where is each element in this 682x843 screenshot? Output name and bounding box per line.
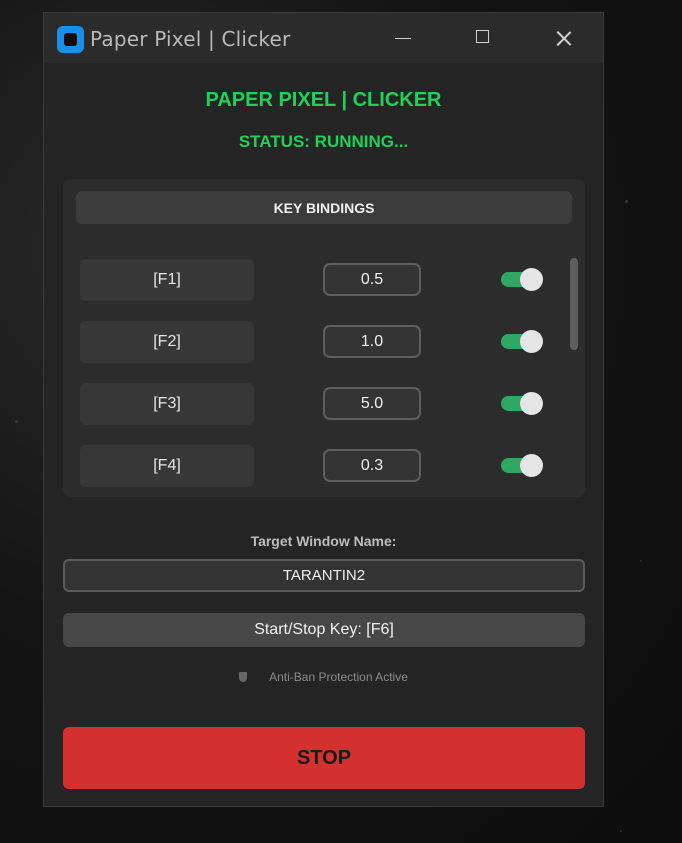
interval-input[interactable]: 0.5 <box>323 263 421 296</box>
key-label[interactable]: [F1] <box>80 259 254 301</box>
key-bindings-panel: KEY BINDINGS [F1] 0.5 [F2] 1.0 [F3] 5.0 … <box>63 179 585 497</box>
start-stop-key-button[interactable]: Start/Stop Key: [F6] <box>63 613 585 647</box>
key-bindings-header: KEY BINDINGS <box>76 191 572 224</box>
bindings-scrollbar[interactable] <box>570 258 578 350</box>
toggle-knob <box>520 330 543 353</box>
background-speck <box>640 560 642 562</box>
interval-input[interactable]: 1.0 <box>323 325 421 358</box>
interval-input[interactable]: 0.3 <box>323 449 421 482</box>
binding-row: [F3] 5.0 <box>63 383 585 425</box>
target-window-input[interactable]: TARANTIN2 <box>63 559 585 592</box>
enable-toggle[interactable] <box>501 330 543 353</box>
anti-ban-status: Anti-Ban Protection Active <box>44 670 603 684</box>
background-speck <box>15 420 18 423</box>
maximize-icon[interactable] <box>469 23 499 53</box>
target-window-label: Target Window Name: <box>250 533 397 549</box>
close-icon[interactable] <box>549 23 579 53</box>
background-speck <box>625 200 628 203</box>
minimize-icon[interactable] <box>389 23 419 53</box>
binding-row: [F1] 0.5 <box>63 259 585 301</box>
interval-input[interactable]: 5.0 <box>323 387 421 420</box>
title-bar[interactable]: Paper Pixel | Clicker <box>44 13 603 63</box>
app-heading: PAPER PIXEL | CLICKER <box>205 89 442 111</box>
enable-toggle[interactable] <box>501 392 543 415</box>
key-label[interactable]: [F3] <box>80 383 254 425</box>
app-logo-icon <box>57 26 84 53</box>
enable-toggle[interactable] <box>501 454 543 477</box>
background-speck <box>620 830 622 832</box>
toggle-knob <box>520 454 543 477</box>
window-title: Paper Pixel | Clicker <box>90 27 291 51</box>
anti-ban-text: Anti-Ban Protection Active <box>269 670 408 684</box>
status-text: STATUS: RUNNING... <box>238 132 409 151</box>
binding-row: [F4] 0.3 <box>63 445 585 487</box>
toggle-knob <box>520 392 543 415</box>
key-label[interactable]: [F2] <box>80 321 254 363</box>
binding-row: [F2] 1.0 <box>63 321 585 363</box>
key-label[interactable]: [F4] <box>80 445 254 487</box>
shield-icon <box>239 672 248 682</box>
enable-toggle[interactable] <box>501 268 543 291</box>
toggle-knob <box>520 268 543 291</box>
stop-button[interactable]: STOP <box>63 727 585 789</box>
app-window: Paper Pixel | Clicker PAPER PIXEL | CLIC… <box>43 12 604 807</box>
